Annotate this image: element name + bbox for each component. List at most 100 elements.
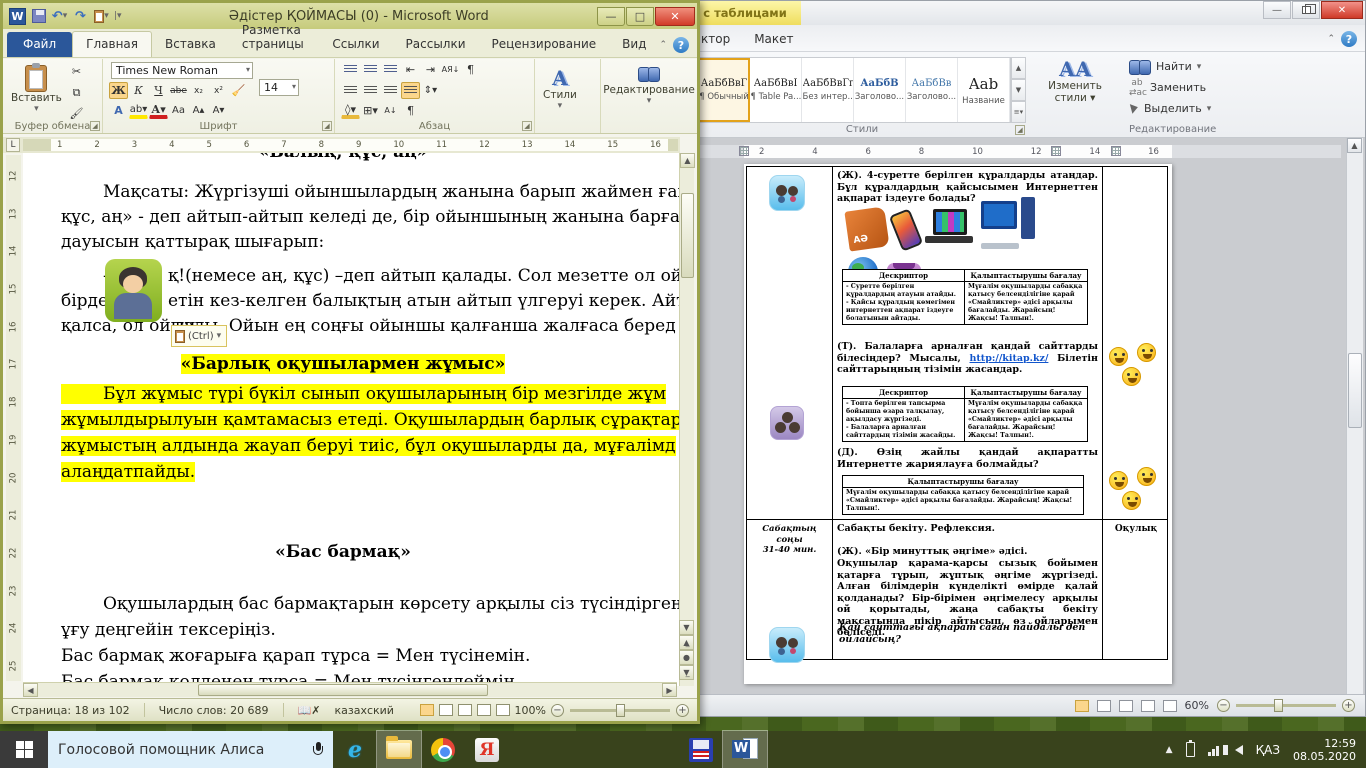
help-icon[interactable]: ?	[1341, 31, 1357, 47]
floppy-app-button[interactable]	[679, 731, 723, 768]
tab-mailings[interactable]: Рассылки	[393, 32, 479, 57]
view-print-layout-icon[interactable]	[420, 704, 434, 716]
redo-icon[interactable]: ↷	[72, 8, 89, 25]
table-column-marker-icon[interactable]	[1111, 146, 1121, 156]
format-painter-icon[interactable]: 🖌	[67, 105, 86, 122]
style-no-spacing[interactable]: АаБбВвГг, Без интер...	[802, 58, 854, 122]
horizontal-ruler[interactable]: 246810121416	[699, 145, 1341, 158]
tab-home[interactable]: Главная	[72, 31, 152, 57]
zoom-out-icon[interactable]: −	[551, 704, 564, 717]
horizontal-scrollbar[interactable]: ◀ ▶	[23, 682, 677, 697]
strikethrough-button[interactable]: abe	[169, 82, 188, 99]
microphone-icon[interactable]	[313, 742, 323, 758]
font-size-select[interactable]: 14	[259, 79, 299, 96]
tab-view[interactable]: Вид	[609, 32, 659, 57]
help-icon[interactable]: ?	[673, 37, 689, 53]
text-effects-icon[interactable]: А	[109, 102, 128, 119]
align-left-icon[interactable]	[341, 82, 360, 99]
qat-customize-icon[interactable]: |▾	[114, 11, 122, 21]
taskbar-search-input[interactable]: Голосовой помощник Алиса	[48, 731, 333, 768]
speaker-icon[interactable]	[1235, 745, 1243, 755]
align-center-icon[interactable]	[361, 82, 380, 99]
zoom-in-icon[interactable]: +	[1342, 699, 1355, 712]
view-outline-icon[interactable]	[1141, 700, 1155, 712]
zoom-slider-thumb[interactable]	[616, 704, 625, 717]
change-case-icon[interactable]: Аа	[169, 102, 188, 119]
tab-review[interactable]: Рецензирование	[479, 32, 610, 57]
next-page-icon[interactable]: ▼̲	[679, 665, 694, 680]
zoom-in-icon[interactable]: +	[676, 704, 689, 717]
scroll-left-icon[interactable]: ◀	[23, 683, 38, 697]
battery-icon[interactable]	[1186, 742, 1195, 757]
tab-page-layout[interactable]: Разметка страницы	[229, 18, 320, 57]
bullets-icon[interactable]	[341, 61, 360, 78]
scroll-down-icon[interactable]: ▼	[679, 620, 694, 635]
view-draft-icon[interactable]	[496, 704, 510, 716]
numbering-icon[interactable]	[361, 61, 380, 78]
spellcheck-icon[interactable]: 📖✗	[298, 704, 321, 717]
select-browse-object-icon[interactable]: ●	[679, 650, 694, 665]
title-bar[interactable]: с таблицами — ✕	[689, 1, 1365, 25]
view-web-icon[interactable]	[1119, 700, 1133, 712]
zoom-out-icon[interactable]: −	[1217, 699, 1230, 712]
font-family-select[interactable]: Times New Roman	[111, 62, 253, 79]
paste-options-button[interactable]: (Ctrl) ▾	[171, 325, 227, 347]
view-web-icon[interactable]	[458, 704, 472, 716]
document-page[interactable]: Сабақтың соңы31-40 мин. (Ж). 4-суретте б…	[744, 164, 1172, 684]
zoom-level[interactable]: 100%	[515, 704, 546, 717]
pilcrow-icon[interactable]: ¶	[401, 102, 420, 119]
line-spacing-icon[interactable]: ⇕▾	[421, 82, 440, 99]
style-normal[interactable]: АаБбВвГ ¶ Обычный	[698, 58, 750, 122]
word-window-right[interactable]: с таблицами — ✕ ктор Макет ⌃ ? АаБбВвГ ¶…	[688, 0, 1366, 717]
table-column-marker-icon[interactable]	[739, 146, 749, 156]
view-draft-icon[interactable]	[1163, 700, 1177, 712]
paste-format-icon[interactable]: ▾	[93, 8, 110, 25]
style-heading2[interactable]: АаБбВв Заголово...	[906, 58, 958, 122]
collapse-ribbon-icon[interactable]: ⌃	[1327, 34, 1335, 44]
document-page[interactable]: «Балық, құс, аң» Мақсаты: Жүргізуші ойын…	[23, 153, 681, 686]
maximize-button[interactable]: □	[626, 7, 654, 26]
save-icon[interactable]	[30, 8, 47, 25]
justify-icon[interactable]	[401, 82, 420, 99]
word-logo-icon[interactable]: W	[9, 8, 26, 25]
style-table-paragraph[interactable]: АаБбВвІ ¶ Table Pa...	[750, 58, 802, 122]
change-styles-button[interactable]: АА Изменить стили ▾	[1034, 56, 1116, 126]
zoom-level[interactable]: 60%	[1185, 699, 1209, 712]
tab-layout[interactable]: Макет	[742, 28, 805, 51]
clock[interactable]: 12:5908.05.2020	[1293, 737, 1356, 763]
tray-expand-icon[interactable]: ▲	[1166, 745, 1173, 755]
styles-dialog-launcher-icon[interactable]: ◢	[1015, 125, 1025, 135]
italic-button[interactable]: К	[129, 82, 148, 99]
close-button[interactable]: ✕	[1321, 1, 1363, 19]
clipboard-dialog-launcher-icon[interactable]: ◢	[90, 121, 100, 131]
view-fullscreen-icon[interactable]	[1097, 700, 1111, 712]
editing-button[interactable]: Редактирование ▾	[605, 63, 693, 106]
table-column-marker-icon[interactable]	[1051, 146, 1061, 156]
view-outline-icon[interactable]	[477, 704, 491, 716]
language-indicator[interactable]: казахский	[334, 704, 393, 717]
context-tab-table-tools[interactable]: с таблицами	[689, 1, 801, 25]
highlight-color-icon[interactable]: ab▾	[129, 102, 148, 119]
inserted-avatar-image[interactable]	[105, 259, 162, 322]
vertical-ruler[interactable]: 1213141516171819202122232425	[6, 155, 21, 681]
chrome-button[interactable]	[421, 731, 465, 768]
file-explorer-button[interactable]	[377, 731, 421, 768]
paragraph-dialog-launcher-icon[interactable]: ◢	[522, 121, 532, 131]
subscript-button[interactable]: x₂	[189, 82, 208, 99]
style-heading1[interactable]: АаБбВ Заголово...	[854, 58, 906, 122]
scrollbar-thumb[interactable]	[198, 684, 488, 696]
yandex-button[interactable]: Я	[465, 731, 509, 768]
styles-button[interactable]: А Стили ▾	[543, 63, 577, 111]
style-title[interactable]: Aab Название	[958, 58, 1010, 122]
superscript-button[interactable]: x²	[209, 82, 228, 99]
minimize-button[interactable]: —	[597, 7, 625, 26]
font-dialog-launcher-icon[interactable]: ◢	[322, 121, 332, 131]
scroll-up-icon[interactable]: ▲	[680, 153, 695, 168]
multilevel-list-icon[interactable]	[381, 61, 400, 78]
font-color-icon[interactable]: А▾	[149, 102, 168, 119]
network-signal-icon[interactable]	[1208, 743, 1222, 756]
minimize-button[interactable]: —	[1263, 1, 1291, 19]
sort-az-icon[interactable]: А↓	[381, 102, 400, 119]
vertical-scrollbar[interactable]: ▲	[1346, 138, 1363, 694]
show-marks-icon[interactable]: ¶	[461, 61, 480, 78]
